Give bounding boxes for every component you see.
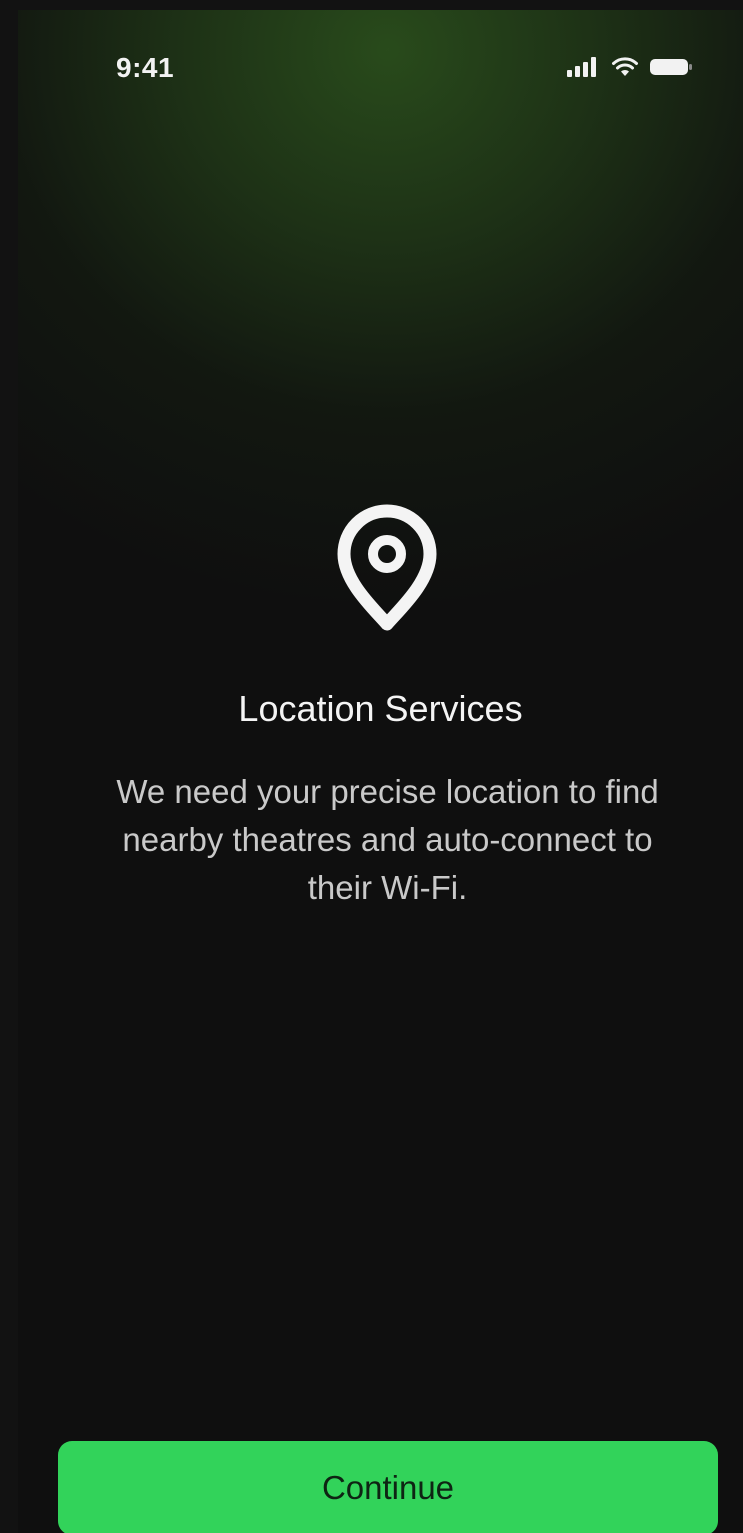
continue-button[interactable]: Continue (58, 1441, 718, 1533)
battery-icon (650, 59, 692, 75)
app-frame: 9:41 Location Services We need your prec… (0, 0, 743, 1533)
phone-screen: 9:41 Location Services We need your prec… (18, 10, 743, 1533)
status-bar: 9:41 (18, 10, 743, 110)
location-pin-icon (337, 504, 437, 631)
status-time: 9:41 (116, 52, 175, 83)
wifi-icon (612, 57, 638, 76)
page-title: Location Services (238, 688, 523, 729)
cellular-signal-icon (567, 57, 596, 77)
status-icons (567, 57, 693, 77)
permission-description: We need your precise location to find ne… (116, 773, 659, 906)
